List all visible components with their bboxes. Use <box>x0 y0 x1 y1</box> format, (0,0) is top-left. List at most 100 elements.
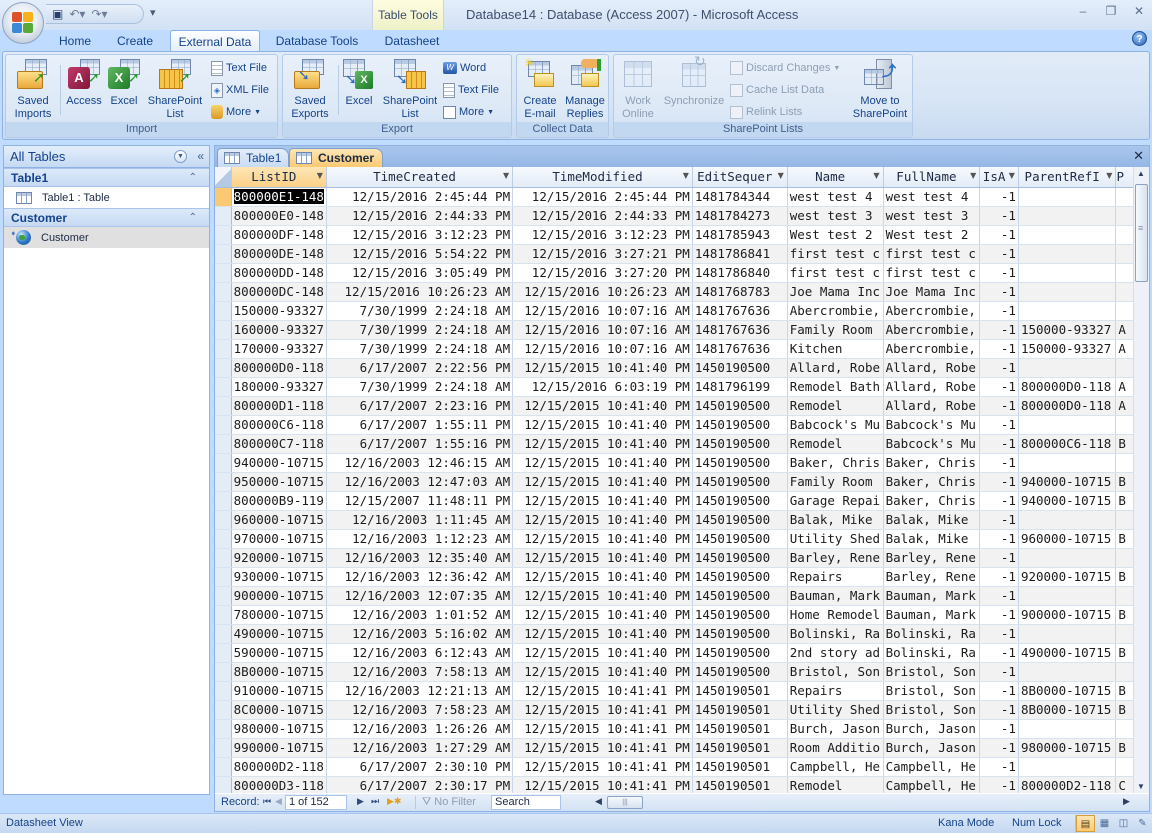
table-cell[interactable]: B <box>1115 529 1135 549</box>
table-cell[interactable] <box>1115 206 1135 226</box>
table-cell[interactable]: Remodel <box>787 776 884 793</box>
table-cell[interactable] <box>1018 510 1117 530</box>
table-cell[interactable]: 1481786840 <box>692 263 788 283</box>
table-row[interactable]: 800000D3-118 6/17/2007 2:30:17 PM 12/15/20… <box>215 776 1135 793</box>
table-row[interactable]: 800000C6-118 6/17/2007 1:55:11 PM 12/15/20… <box>215 415 1135 435</box>
table-cell[interactable]: 12/15/2015 10:41:40 PM <box>512 434 693 454</box>
table-cell[interactable]: -1 <box>979 453 1019 473</box>
table-cell[interactable]: 970000-10715 <box>231 529 327 549</box>
row-selector[interactable] <box>215 434 232 454</box>
table-cell[interactable]: 1481796199 <box>692 377 788 397</box>
collapse-group-icon[interactable]: ⌃ <box>189 169 197 187</box>
table-cell[interactable]: Burch, Jason <box>787 719 884 739</box>
table-cell[interactable]: Campbell, He <box>787 757 884 777</box>
row-selector[interactable] <box>215 301 232 321</box>
table-row[interactable]: 800000DC-148 12/15/2016 10:26:23 AM 12/15/… <box>215 282 1135 302</box>
table-cell[interactable]: 12/15/2016 10:26:23 AM <box>512 282 693 302</box>
minimize-button[interactable]: – <box>1076 4 1090 18</box>
table-cell[interactable]: 12/15/2016 3:12:23 PM <box>326 225 514 245</box>
table-cell[interactable]: 1450190501 <box>692 719 788 739</box>
table-cell[interactable]: -1 <box>979 187 1019 207</box>
table-cell[interactable]: 7/30/1999 2:24:18 AM <box>326 339 514 359</box>
table-cell[interactable]: -1 <box>979 263 1019 283</box>
table-cell[interactable]: 12/15/2016 2:45:44 PM <box>512 187 693 207</box>
table-cell[interactable]: B <box>1115 567 1135 587</box>
table-cell[interactable]: A <box>1115 377 1135 397</box>
table-cell[interactable]: 12/16/2003 1:27:29 AM <box>326 738 514 758</box>
table-cell[interactable]: B <box>1115 700 1135 720</box>
table-cell[interactable]: 940000-10715 <box>231 453 327 473</box>
table-cell[interactable]: -1 <box>979 225 1019 245</box>
last-record-icon[interactable]: ⏭ <box>371 796 379 807</box>
table-cell[interactable]: 12/16/2003 12:07:35 AM <box>326 586 514 606</box>
table-cell[interactable]: Bristol, Son <box>883 681 981 701</box>
table-row[interactable]: 800000DD-148 12/15/2016 3:05:49 PM 12/15/2… <box>215 263 1135 283</box>
saved-exports-button[interactable]: ➘ Saved Exports <box>285 57 335 121</box>
column-filter-dropdown-icon[interactable]: ▼ <box>778 171 784 180</box>
table-cell[interactable]: west test 3 <box>883 206 981 226</box>
row-selector[interactable] <box>215 415 232 435</box>
table-cell[interactable]: 2nd story ad <box>787 643 884 663</box>
table-cell[interactable]: 1450190500 <box>692 605 788 625</box>
import-text-file-button[interactable]: Text File <box>211 59 267 77</box>
table-row[interactable]: 160000-93327 7/30/1999 2:24:18 AM 12/15/20… <box>215 320 1135 340</box>
office-button[interactable] <box>2 2 44 44</box>
table-cell[interactable]: Bauman, Mark <box>787 586 884 606</box>
table-cell[interactable]: 12/16/2003 7:58:23 AM <box>326 700 514 720</box>
table-cell[interactable]: Abercrombie, <box>883 301 981 321</box>
doc-tab-table1[interactable]: Table1 <box>217 148 289 167</box>
table-cell[interactable]: Room Additio <box>787 738 884 758</box>
tab-datasheet[interactable]: Datasheet <box>380 30 444 52</box>
work-online-button[interactable]: Work Online <box>616 57 660 121</box>
table-cell[interactable] <box>1018 301 1117 321</box>
column-header[interactable]: FullName ▼ <box>883 167 981 188</box>
table-cell[interactable]: Bauman, Mark <box>883 605 981 625</box>
table-row[interactable]: 780000-10715 12/16/2003 1:01:52 AM 12/15/2… <box>215 605 1135 625</box>
table-cell[interactable]: 12/15/2016 2:44:33 PM <box>512 206 693 226</box>
table-cell[interactable]: 800000C7-118 <box>231 434 327 454</box>
table-cell[interactable]: 12/15/2015 10:41:41 PM <box>512 700 693 720</box>
table-cell[interactable]: first test c <box>787 244 884 264</box>
table-cell[interactable]: 900000-10715 <box>231 586 327 606</box>
table-cell[interactable]: 12/15/2016 3:27:21 PM <box>512 244 693 264</box>
table-cell[interactable]: 12/15/2015 10:41:41 PM <box>512 719 693 739</box>
table-cell[interactable]: Remodel <box>787 434 884 454</box>
table-cell[interactable]: Bolinski, Ra <box>883 624 981 644</box>
pivot-table-view-icon[interactable]: ▦ <box>1095 815 1114 832</box>
table-cell[interactable]: Home Remodel <box>787 605 884 625</box>
row-selector[interactable] <box>215 757 232 777</box>
table-row[interactable]: 800000D2-118 6/17/2007 2:30:10 PM 12/15/20… <box>215 757 1135 777</box>
current-record-input[interactable]: 1 of 152 <box>285 795 347 810</box>
table-cell[interactable]: Babcock's Mu <box>883 415 981 435</box>
scroll-left-icon[interactable]: ◀ <box>595 796 602 807</box>
new-record-icon[interactable]: ▶✱ <box>387 796 401 807</box>
table-cell[interactable]: 780000-10715 <box>231 605 327 625</box>
table-cell[interactable] <box>1018 358 1117 378</box>
row-selector[interactable] <box>215 529 232 549</box>
table-cell[interactable]: 1450190500 <box>692 662 788 682</box>
table-cell[interactable]: 12/15/2015 10:41:40 PM <box>512 453 693 473</box>
table-cell[interactable]: -1 <box>979 624 1019 644</box>
table-cell[interactable]: 12/15/2015 10:41:40 PM <box>512 415 693 435</box>
table-cell[interactable]: 12/15/2015 10:41:41 PM <box>512 738 693 758</box>
collapse-group-icon[interactable]: ⌃ <box>189 209 197 227</box>
row-selector[interactable] <box>215 244 232 264</box>
row-selector[interactable] <box>215 586 232 606</box>
table-cell[interactable]: 12/15/2015 10:41:40 PM <box>512 529 693 549</box>
table-cell[interactable]: B <box>1115 738 1135 758</box>
tab-external-data[interactable]: External Data <box>170 30 260 53</box>
table-cell[interactable]: 12/16/2003 12:47:03 AM <box>326 472 514 492</box>
synchronize-button[interactable]: ↻ Synchronize <box>662 54 726 108</box>
table-cell[interactable]: B <box>1115 472 1135 492</box>
table-cell[interactable]: Family Room <box>787 320 884 340</box>
table-cell[interactable]: 150000-93327 <box>1018 339 1117 359</box>
table-cell[interactable]: 800000D1-118 <box>231 396 327 416</box>
table-cell[interactable]: -1 <box>979 681 1019 701</box>
table-cell[interactable]: 960000-10715 <box>1018 529 1117 549</box>
nav-group-customer[interactable]: Customer ⌃ <box>4 208 209 227</box>
table-cell[interactable]: Baker, Chris <box>787 453 884 473</box>
table-cell[interactable] <box>1018 263 1117 283</box>
table-cell[interactable]: C <box>1115 776 1135 793</box>
table-row[interactable]: 800000C7-118 6/17/2007 1:55:16 PM 12/15/20… <box>215 434 1135 454</box>
table-cell[interactable]: -1 <box>979 396 1019 416</box>
